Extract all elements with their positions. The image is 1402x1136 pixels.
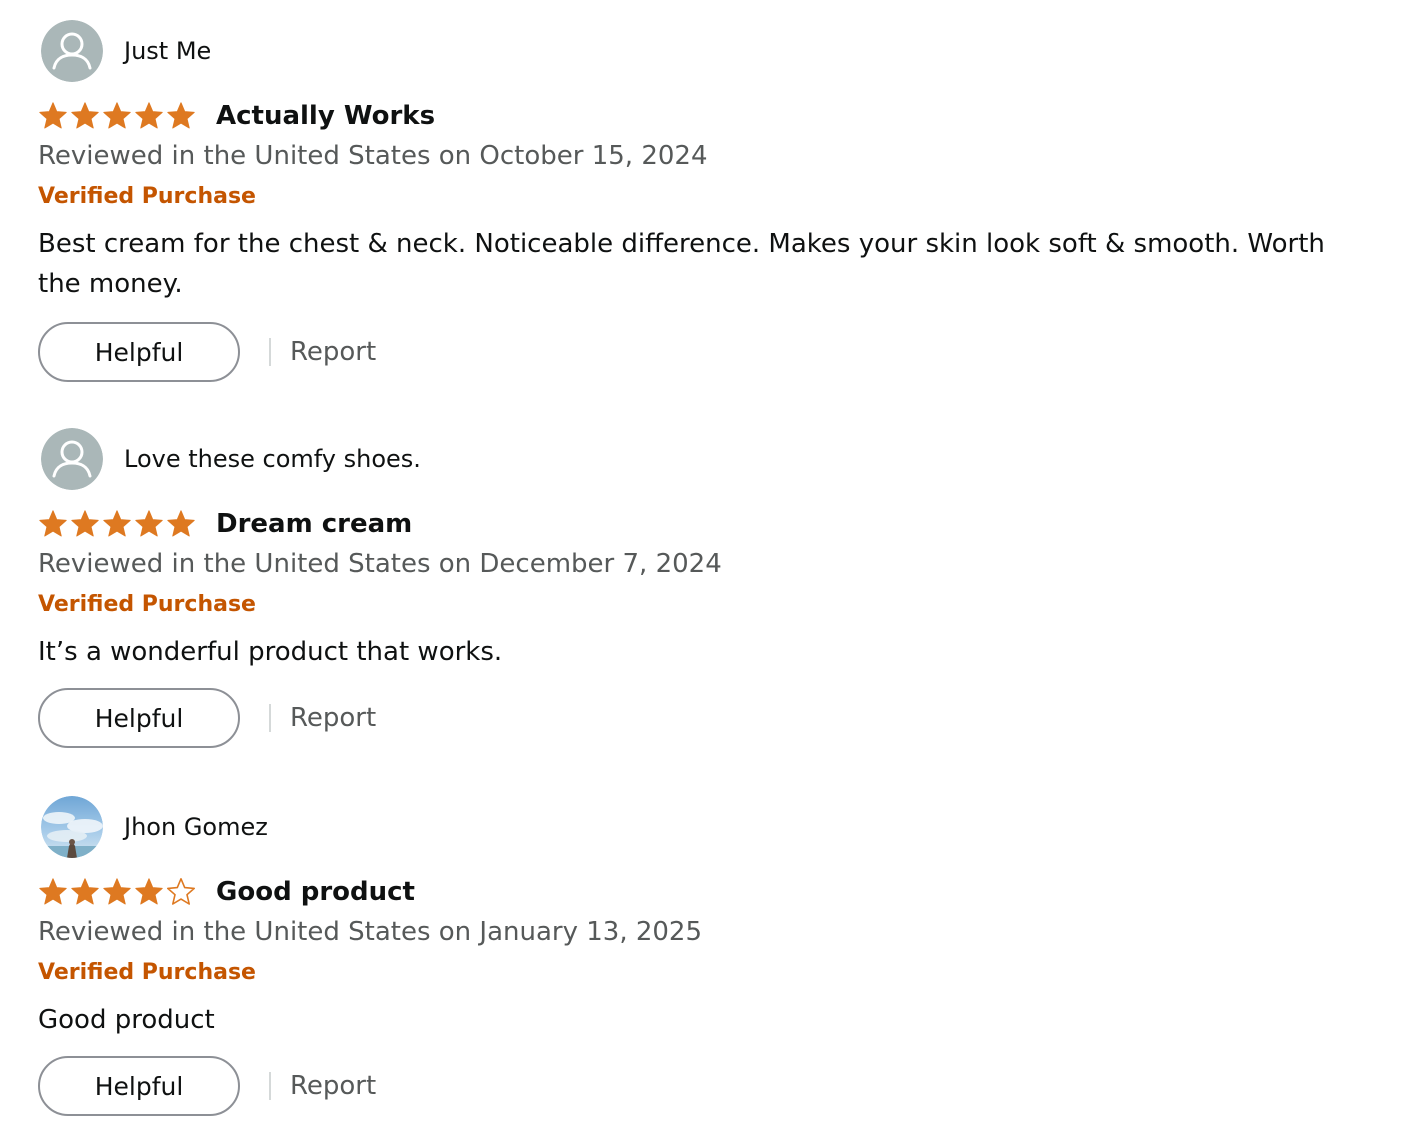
reviewer-profile[interactable]: Jhon Gomez xyxy=(38,796,1358,858)
review-date: Reviewed in the United States on October… xyxy=(38,141,708,171)
star-filled-icon xyxy=(38,877,70,907)
reviewer-profile[interactable]: Love these comfy shoes. xyxy=(38,428,1358,490)
verified-purchase-badge[interactable]: Verified Purchase xyxy=(38,176,1358,218)
user-avatar-icon xyxy=(41,428,103,490)
report-link[interactable]: Report xyxy=(290,1070,376,1102)
star-filled-icon xyxy=(102,509,134,539)
star-filled-icon xyxy=(134,877,166,907)
review-item: Love these comfy shoes. Dream cream Revi… xyxy=(38,428,1358,748)
star-rating[interactable] xyxy=(38,877,196,907)
review-item: Jhon Gomez Good product Reviewed in the … xyxy=(38,796,1358,1116)
reviewer-name[interactable]: Just Me xyxy=(124,37,211,65)
action-divider xyxy=(269,1072,271,1100)
user-avatar-icon xyxy=(41,20,103,82)
review-body: Good product xyxy=(38,1005,215,1035)
reviews-list: Just Me Actually Works Reviewed in the U… xyxy=(0,0,1402,1136)
review-item: Just Me Actually Works Reviewed in the U… xyxy=(38,20,1358,382)
star-rating[interactable] xyxy=(38,101,196,131)
star-filled-icon xyxy=(70,509,102,539)
star-filled-icon xyxy=(134,509,166,539)
star-filled-icon xyxy=(70,101,102,131)
reviewer-name[interactable]: Love these comfy shoes. xyxy=(124,445,421,473)
star-filled-icon xyxy=(38,509,70,539)
verified-purchase-badge[interactable]: Verified Purchase xyxy=(38,952,1358,994)
action-divider xyxy=(269,338,271,366)
report-link[interactable]: Report xyxy=(290,336,376,368)
star-filled-icon xyxy=(38,101,70,131)
review-date: Reviewed in the United States on Decembe… xyxy=(38,549,722,579)
verified-purchase-badge[interactable]: Verified Purchase xyxy=(38,584,1358,626)
action-divider xyxy=(269,704,271,732)
review-body: It’s a wonderful product that works. xyxy=(38,637,503,667)
review-title[interactable]: Actually Works xyxy=(216,100,435,132)
review-body: Best cream for the chest & neck. Noticea… xyxy=(38,229,1325,299)
review-date: Reviewed in the United States on January… xyxy=(38,917,703,947)
reviewer-name[interactable]: Jhon Gomez xyxy=(124,813,268,841)
star-rating[interactable] xyxy=(38,509,196,539)
helpful-button[interactable]: Helpful xyxy=(38,688,240,748)
sky-photo-avatar-icon xyxy=(41,796,103,858)
review-title[interactable]: Good product xyxy=(216,876,415,908)
star-empty-icon xyxy=(166,877,198,907)
star-filled-icon xyxy=(102,101,134,131)
star-filled-icon xyxy=(134,101,166,131)
star-filled-icon xyxy=(102,877,134,907)
helpful-button[interactable]: Helpful xyxy=(38,1056,240,1116)
helpful-button[interactable]: Helpful xyxy=(38,322,240,382)
review-title[interactable]: Dream cream xyxy=(216,508,412,540)
reviewer-profile[interactable]: Just Me xyxy=(38,20,1358,82)
star-filled-icon xyxy=(166,101,198,131)
report-link[interactable]: Report xyxy=(290,702,376,734)
star-filled-icon xyxy=(166,509,198,539)
star-filled-icon xyxy=(70,877,102,907)
